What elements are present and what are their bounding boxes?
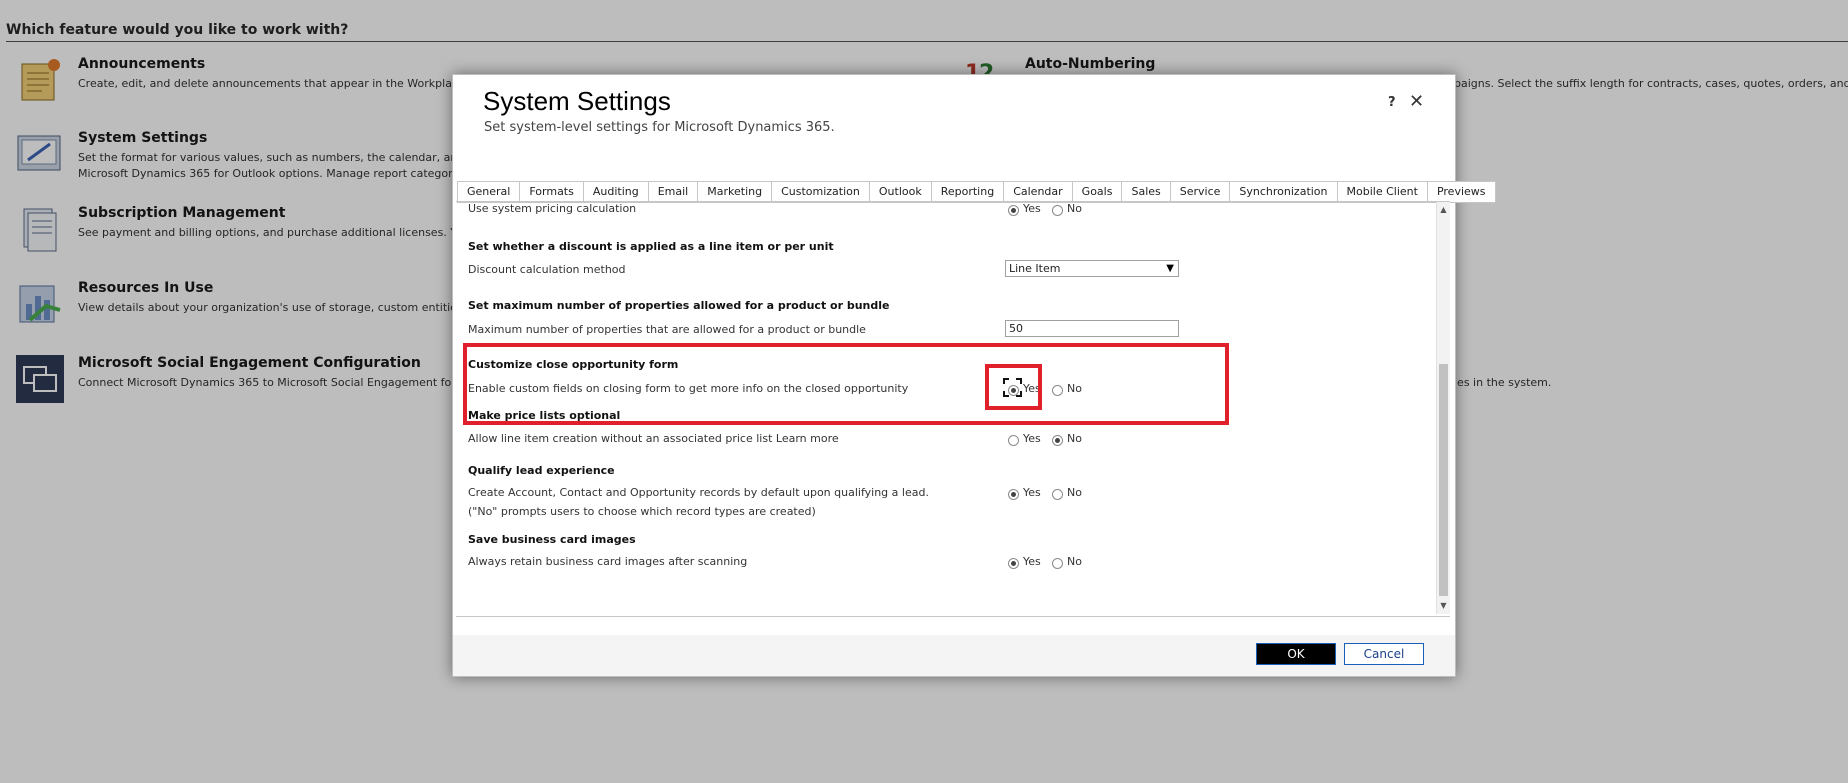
radio-label: Yes [1023, 486, 1041, 499]
tab-synchronization[interactable]: Synchronization [1229, 181, 1338, 202]
qualify-lead-label: Create Account, Contact and Opportunity … [468, 486, 929, 499]
dialog-footer: OK Cancel [453, 635, 1455, 676]
help-button[interactable]: ? [1388, 95, 1396, 110]
scroll-up-arrow-icon[interactable]: ▲ [1438, 204, 1449, 216]
learn-more-link[interactable]: Learn more [776, 432, 839, 445]
radio-label: No [1067, 555, 1082, 568]
dialog-title: System Settings [483, 86, 671, 116]
system-settings-dialog: System Settings Set system-level setting… [452, 74, 1496, 677]
tab-marketing[interactable]: Marketing [697, 181, 773, 202]
tab-mobile-client[interactable]: Mobile Client [1336, 181, 1428, 202]
radio-label: No [1067, 382, 1082, 395]
close-button[interactable]: ✕ [1409, 91, 1424, 112]
discount-method-label: Discount calculation method [468, 263, 626, 276]
pricing-no-radio[interactable] [1052, 205, 1063, 216]
max-properties-label: Maximum number of properties that are al… [468, 323, 866, 336]
qualify-lead-note: ("No" prompts users to choose which reco… [468, 505, 816, 518]
business-card-label: Always retain business card images after… [468, 555, 748, 568]
radio-label: No [1067, 486, 1082, 499]
dropdown-arrow-icon: ▼ [1166, 263, 1174, 274]
radio-label: Yes [1023, 202, 1041, 215]
qualify-lead-no-radio[interactable] [1052, 489, 1063, 500]
pricing-yes-radio[interactable] [1008, 205, 1019, 216]
price-list-no-radio[interactable] [1052, 435, 1063, 446]
business-card-no-radio[interactable] [1052, 558, 1063, 569]
discount-method-select[interactable]: Line Item ▼ [1005, 260, 1179, 277]
qualify-lead-heading: Qualify lead experience [468, 464, 615, 477]
radio-label: Yes [1023, 555, 1041, 568]
tab-email[interactable]: Email [647, 181, 699, 202]
sales-settings-pane: Use system pricing calculation Yes No Se… [456, 201, 1450, 617]
discount-section-heading: Set whether a discount is applied as a l… [468, 240, 834, 253]
tab-formats[interactable]: Formats [519, 181, 584, 202]
close-opportunity-label: Enable custom fields on closing form to … [468, 382, 909, 395]
close-opportunity-heading: Customize close opportunity form [468, 358, 679, 371]
max-properties-input[interactable]: 50 [1005, 320, 1179, 337]
scrollbar-thumb[interactable] [1439, 364, 1448, 596]
properties-section-heading: Set maximum number of properties allowed… [468, 299, 890, 312]
tab-auditing[interactable]: Auditing [582, 181, 649, 202]
tab-general[interactable]: General [457, 181, 521, 202]
price-list-heading: Make price lists optional [468, 409, 621, 422]
radio-label: No [1067, 202, 1082, 215]
cancel-button[interactable]: Cancel [1344, 643, 1424, 665]
tab-previews[interactable]: Previews [1426, 181, 1496, 202]
tab-customization[interactable]: Customization [771, 181, 870, 202]
business-card-yes-radio[interactable] [1008, 558, 1019, 569]
price-list-yes-radio[interactable] [1008, 435, 1019, 446]
qualify-lead-yes-radio[interactable] [1008, 489, 1019, 500]
radio-label: No [1067, 432, 1082, 445]
radio-label: Yes [1023, 432, 1041, 445]
settings-tabs: General Formats Auditing Email Marketing… [457, 181, 1496, 203]
tab-goals[interactable]: Goals [1071, 181, 1123, 202]
dialog-subtitle: Set system-level settings for Microsoft … [484, 120, 835, 135]
tab-reporting[interactable]: Reporting [930, 181, 1005, 202]
vertical-scrollbar[interactable]: ▲ ▼ [1436, 202, 1450, 614]
radio-label: Yes [1023, 382, 1041, 395]
close-opportunity-yes-radio[interactable] [1008, 385, 1019, 396]
tab-sales[interactable]: Sales [1121, 181, 1171, 202]
tab-service[interactable]: Service [1169, 181, 1231, 202]
business-card-heading: Save business card images [468, 533, 636, 546]
close-opportunity-no-radio[interactable] [1052, 385, 1063, 396]
price-list-label: Allow line item creation without an asso… [468, 432, 839, 445]
tab-calendar[interactable]: Calendar [1003, 181, 1073, 202]
tab-outlook[interactable]: Outlook [868, 181, 932, 202]
pricing-calculation-label: Use system pricing calculation [468, 202, 637, 215]
ok-button[interactable]: OK [1256, 643, 1336, 665]
scroll-down-arrow-icon[interactable]: ▼ [1438, 600, 1449, 612]
